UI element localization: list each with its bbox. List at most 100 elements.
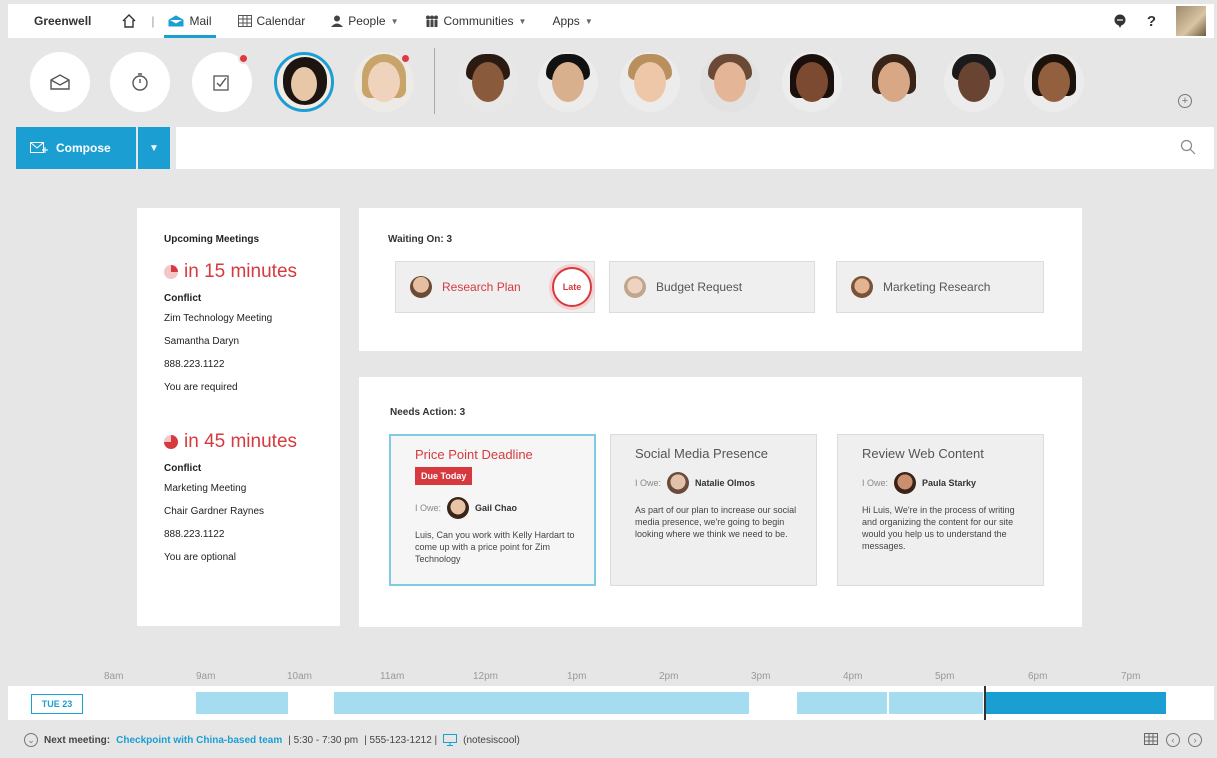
nav-mail-label: Mail (189, 14, 212, 28)
add-contact-icon[interactable]: + (1178, 94, 1192, 108)
meeting-conflict: Conflict (164, 463, 202, 474)
meeting-name: Zim Technology Meeting (164, 313, 273, 324)
next-meeting-code: (notesiscool) (463, 734, 520, 746)
nav-communities[interactable]: Communities ▼ (425, 4, 527, 38)
chevron-down-icon: ▼ (584, 16, 593, 26)
contact-avatar-3[interactable] (458, 52, 518, 112)
upcoming-meetings-panel: Upcoming Meetings in 15 minutes Conflict… (137, 208, 340, 626)
timeline-event[interactable] (334, 692, 749, 714)
nav-apps[interactable]: Apps ▼ (552, 4, 592, 38)
owe-row: I Owe: Gail Chao (415, 497, 594, 519)
notification-dot (400, 53, 411, 64)
help-icon[interactable]: ? (1147, 13, 1156, 30)
next-meeting-time: | 5:30 - 7:30 pm (288, 734, 359, 746)
timeline-event[interactable] (196, 692, 288, 714)
strip-divider (434, 48, 435, 114)
person-icon (331, 15, 344, 27)
contact-avatar-mini (624, 276, 646, 298)
screen-share-icon[interactable] (443, 734, 458, 746)
owe-label: I Owe: (635, 478, 662, 488)
current-time-marker (984, 686, 986, 720)
contact-avatar-mini (894, 472, 917, 494)
meeting-when-text: in 15 minutes (184, 261, 298, 282)
timeline-event-current[interactable] (986, 692, 1166, 714)
next-meeting-label: Next meeting: (44, 734, 111, 746)
chevron-down-icon: ▼ (518, 16, 527, 26)
action-card-body: Hi Luis, We're in the process of writing… (862, 505, 1015, 551)
nav-calendar[interactable]: Calendar (237, 4, 306, 38)
contact-avatar-mini (410, 276, 432, 298)
contact-avatar-10[interactable] (1024, 52, 1084, 112)
needs-action-title: Needs Action: 3 (390, 407, 466, 418)
contact-avatar-5[interactable] (620, 52, 680, 112)
day-label[interactable]: TUE 23 (31, 694, 83, 714)
communities-icon (425, 15, 438, 27)
action-card-body: As part of our plan to increase our soci… (635, 505, 797, 539)
action-card-title: Price Point Deadline (415, 447, 533, 462)
compose-options-button[interactable]: ▼ (138, 127, 170, 169)
meeting-item[interactable]: in 45 minutes Conflict Marketing Meeting… (164, 431, 340, 563)
nav-divider: | (151, 14, 155, 28)
waiting-item-budget-request[interactable]: Budget Request (609, 261, 815, 313)
waiting-item-label: Research Plan (442, 280, 521, 294)
owe-person: Gail Chao (475, 503, 518, 513)
meeting-chair: Samantha Daryn (164, 336, 240, 347)
waiting-filter-button[interactable] (110, 52, 170, 112)
waiting-item-label: Budget Request (656, 280, 743, 294)
notification-dot (238, 53, 249, 64)
nav-people-label: People (348, 14, 386, 28)
hour-label: 3pm (751, 671, 771, 682)
meeting-item[interactable]: in 15 minutes Conflict Zim Technology Me… (164, 261, 340, 393)
home-icon[interactable] (121, 13, 137, 29)
chevron-down-circle-icon[interactable]: ⌄ (24, 733, 38, 747)
nav-people[interactable]: People ▼ (331, 4, 399, 38)
meeting-phone: 888.223.1122 (164, 529, 225, 540)
chat-bubble-icon[interactable] (1113, 14, 1127, 28)
meeting-requirement: You are required (164, 382, 238, 393)
open-envelope-icon (50, 74, 70, 90)
contact-avatar-mini (667, 472, 690, 494)
inbox-filter-button[interactable] (30, 52, 90, 112)
nav-communities-label: Communities (443, 14, 514, 28)
meeting-time: in 15 minutes (164, 261, 340, 283)
compose-button[interactable]: Compose (16, 127, 136, 169)
stopwatch-icon (132, 73, 148, 91)
meeting-time: in 45 minutes (164, 431, 340, 453)
calendar-icon (237, 15, 252, 27)
waiting-item-marketing-research[interactable]: Marketing Research (836, 261, 1044, 313)
brand-name: Greenwell (34, 14, 92, 28)
compose-mail-icon (30, 142, 48, 153)
contact-avatar-9[interactable] (944, 52, 1004, 112)
nav-mail[interactable]: Mail (164, 4, 216, 38)
contact-avatar-mini (447, 497, 470, 519)
previous-icon[interactable]: ‹ (1166, 733, 1180, 747)
contact-avatar-4[interactable] (538, 52, 598, 112)
calendar-grid-icon[interactable] (1144, 733, 1158, 745)
meeting-chair: Chair Gardner Raynes (164, 506, 265, 517)
hour-label: 4pm (843, 671, 863, 682)
contact-avatar-6[interactable] (700, 52, 760, 112)
action-card[interactable]: Social Media Presence I Owe: Natalie Olm… (610, 434, 817, 586)
contact-avatar-7[interactable] (782, 52, 842, 112)
search-icon[interactable] (1180, 139, 1196, 155)
next-icon[interactable]: › (1188, 733, 1202, 747)
hour-label: 9am (196, 671, 216, 682)
top-navigation-bar: Greenwell | Mail Calendar People ▼ Commu… (8, 4, 1214, 38)
needs-action-panel: Needs Action: 3 Price Point Deadline Due… (359, 377, 1082, 627)
top-right-tools: ? (1113, 4, 1206, 38)
chevron-down-icon: ▼ (149, 142, 159, 154)
search-bar[interactable] (176, 127, 1214, 169)
action-card[interactable]: Review Web Content I Owe: Paula Starky H… (837, 434, 1044, 586)
action-card[interactable]: Price Point Deadline Due Today I Owe: Ga… (389, 434, 596, 586)
user-avatar[interactable] (1176, 6, 1206, 36)
next-meeting-link[interactable]: Checkpoint with China-based team (116, 735, 282, 746)
contact-avatar-1[interactable] (274, 52, 334, 112)
contact-avatar-8[interactable] (864, 52, 924, 112)
mail-icon (168, 15, 184, 27)
nav-calendar-label: Calendar (256, 14, 306, 28)
checkbox-icon (213, 75, 229, 91)
timeline-event[interactable] (797, 692, 887, 714)
owe-person: Paula Starky (922, 478, 977, 488)
timeline-event[interactable] (889, 692, 983, 714)
waiting-on-title: Waiting On: 3 (388, 234, 453, 245)
